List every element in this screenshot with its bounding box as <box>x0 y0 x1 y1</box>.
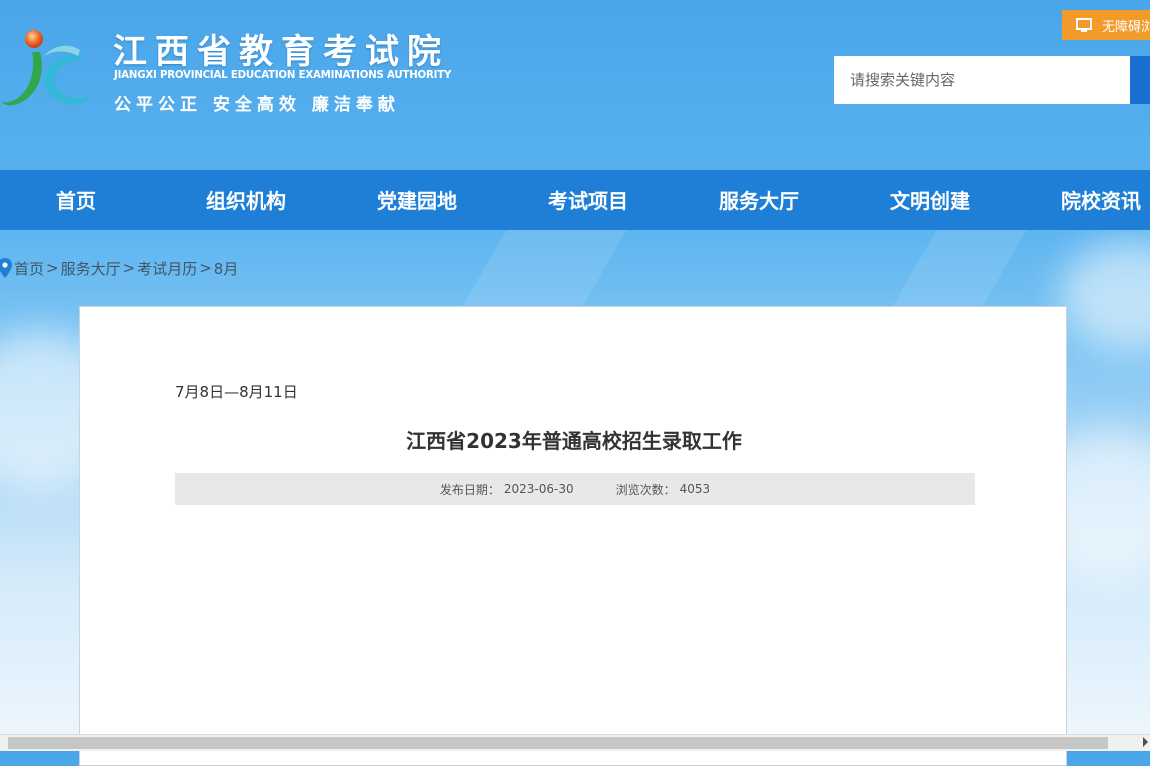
article-title: 江西省2023年普通高校招生录取工作 <box>406 429 742 453</box>
breadcrumb-separator: > <box>199 259 212 277</box>
nav-item-service-hall[interactable]: 服务大厅 <box>719 170 799 230</box>
article-panel: 7月8日—8月11日 江西省2023年普通高校招生录取工作 发布日期： 2023… <box>79 306 1067 766</box>
search-box <box>834 56 1150 104</box>
scroll-right-arrow-icon[interactable] <box>1143 737 1148 747</box>
nav-item-college-news[interactable]: 院校资讯 <box>1061 170 1141 230</box>
breadcrumb-separator: > <box>122 259 136 277</box>
view-count: 4053 <box>679 482 711 496</box>
view-count-label: 浏览次数： <box>615 482 676 497</box>
monitor-icon <box>1076 17 1092 32</box>
publish-date: 2023-06-30 <box>503 482 574 496</box>
publish-date-label: 发布日期： <box>439 482 500 497</box>
search-button[interactable] <box>1130 56 1150 104</box>
breadcrumb-current-month[interactable]: 8月 <box>214 258 239 279</box>
nav-item-organization[interactable]: 组织机构 <box>206 170 286 230</box>
breadcrumb-home[interactable]: 首页 <box>14 258 44 279</box>
breadcrumb-service-hall[interactable]: 服务大厅 <box>61 258 121 279</box>
accessibility-button[interactable]: 无障碍浏览 <box>1062 10 1150 40</box>
nav-item-home[interactable]: 首页 <box>56 170 96 230</box>
site-slogan: 公平公正 安全高效 廉洁奉献 <box>114 95 400 115</box>
nav-item-party-building[interactable]: 党建园地 <box>377 170 457 230</box>
background-cloud <box>1060 240 1150 350</box>
site-header: 江西省教育考试院 JIANGXI PROVINCIAL EDUCATION EX… <box>0 0 1150 170</box>
jx-logo-icon[interactable] <box>0 22 100 114</box>
site-title-en: JIANGXI PROVINCIAL EDUCATION EXAMINATION… <box>114 70 452 81</box>
accessibility-label: 无障碍浏览 <box>1102 19 1150 35</box>
nav-item-exam-projects[interactable]: 考试项目 <box>548 170 628 230</box>
location-pin-icon <box>0 258 12 278</box>
main-nav: 首页 组织机构 党建园地 考试项目 服务大厅 文明创建 院校资讯 <box>0 170 1150 230</box>
horizontal-scrollbar[interactable] <box>0 734 1150 751</box>
breadcrumb: 首页 > 服务大厅 > 考试月历 > 8月 <box>0 256 238 280</box>
nav-item-civilization[interactable]: 文明创建 <box>890 170 970 230</box>
search-input[interactable] <box>834 56 1130 104</box>
breadcrumb-exam-calendar[interactable]: 考试月历 <box>137 258 197 279</box>
scrollbar-thumb[interactable] <box>8 737 1108 749</box>
article-meta-bar: 发布日期： 2023-06-30 浏览次数： 4053 <box>175 473 975 505</box>
article-date-range: 7月8日—8月11日 <box>175 383 298 401</box>
site-title-cn: 江西省教育考试院 <box>113 32 449 72</box>
breadcrumb-separator: > <box>46 259 59 277</box>
